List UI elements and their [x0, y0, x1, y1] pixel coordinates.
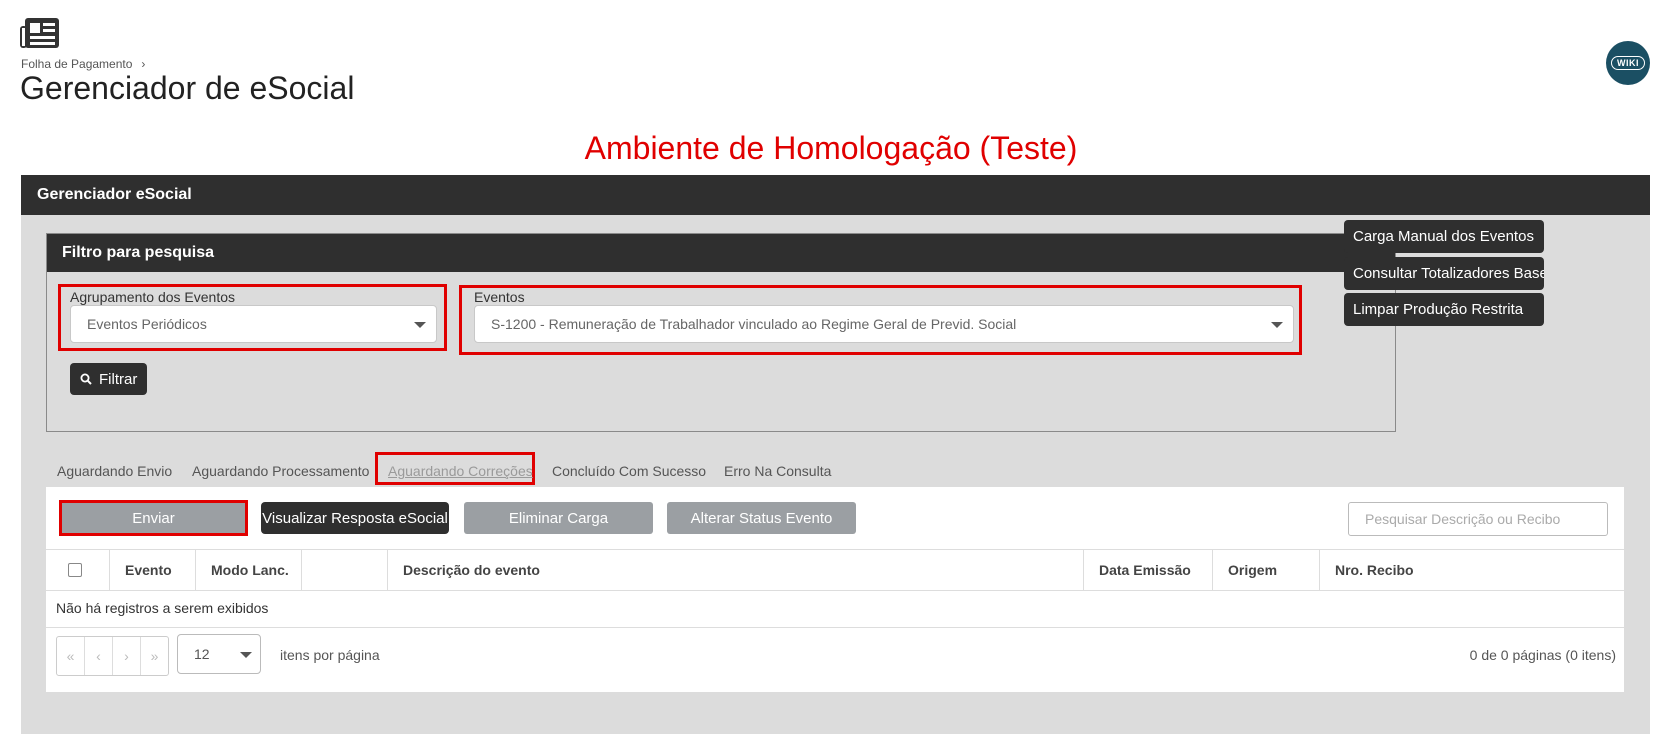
tab-concluido-sucesso[interactable]: Concluído Com Sucesso [552, 463, 706, 479]
select-all-checkbox[interactable] [68, 563, 82, 577]
environment-banner: Ambiente de Homologação (Teste) [584, 130, 1078, 166]
chevron-down-icon [1271, 322, 1283, 328]
change-status-button[interactable]: Alterar Status Evento [667, 502, 856, 534]
events-select-value: S-1200 - Remuneração de Trabalhador vinc… [491, 316, 1017, 332]
filter-button[interactable]: Filtrar [70, 363, 147, 395]
view-response-button[interactable]: Visualizar Resposta eSocial [261, 502, 449, 534]
pager-info: 0 de 0 páginas (0 itens) [1469, 647, 1616, 663]
panel-header: Gerenciador eSocial [21, 175, 1650, 215]
events-label: Eventos [474, 289, 525, 305]
search-icon [80, 373, 92, 385]
prev-page-icon[interactable]: ‹ [85, 637, 113, 675]
next-page-icon[interactable]: › [113, 637, 141, 675]
chevron-right-icon: › [141, 57, 146, 71]
tab-aguardando-correcoes[interactable]: Aguardando Correções [388, 463, 533, 479]
pager: « ‹ › » [56, 636, 169, 676]
pagination-row: « ‹ › » 12 itens por página 0 de 0 págin… [46, 627, 1624, 682]
tab-aguardando-processamento[interactable]: Aguardando Processamento [192, 463, 369, 479]
remove-load-button[interactable]: Eliminar Carga [464, 502, 653, 534]
per-page-label: itens por página [280, 647, 380, 663]
search-input[interactable]: Pesquisar Descrição ou Recibo [1348, 502, 1608, 536]
filter-button-label: Filtrar [99, 370, 138, 388]
filter-header: Filtro para pesquisa [47, 234, 1395, 272]
last-page-icon[interactable]: » [141, 637, 168, 675]
tab-erro-consulta[interactable]: Erro Na Consulta [724, 463, 831, 479]
first-page-icon[interactable]: « [57, 637, 85, 675]
group-label: Agrupamento dos Eventos [70, 289, 235, 305]
empty-message: Não há registros a serem exibidos [56, 600, 269, 616]
column-descricao[interactable]: Descrição do evento [388, 550, 1084, 590]
results-area: Enviar Visualizar Resposta eSocial Elimi… [46, 487, 1624, 692]
page-size-value: 12 [194, 646, 210, 662]
table-header: Evento Modo Lanc. Descrição do evento Da… [46, 549, 1624, 591]
group-select[interactable]: Eventos Periódicos [70, 305, 437, 343]
column-blank [302, 550, 388, 590]
page-title: Gerenciador de eSocial [20, 70, 355, 106]
filter-box: Filtro para pesquisa Agrupamento dos Eve… [46, 233, 1396, 432]
tab-aguardando-envio[interactable]: Aguardando Envio [57, 463, 172, 479]
wiki-button[interactable]: WIKI [1606, 41, 1650, 85]
breadcrumb: Folha de Pagamento › [21, 57, 145, 71]
newspaper-icon [20, 17, 60, 53]
events-select[interactable]: S-1200 - Remuneração de Trabalhador vinc… [474, 305, 1294, 343]
manual-load-button[interactable]: Carga Manual dos Eventos [1344, 220, 1544, 253]
column-evento[interactable]: Evento [110, 550, 196, 590]
totalizers-button[interactable]: Consultar Totalizadores Base [1344, 257, 1544, 290]
esocial-panel: Gerenciador eSocial Filtro para pesquisa… [21, 175, 1650, 734]
highlight-send-button [59, 500, 248, 536]
column-data-emissao[interactable]: Data Emissão [1084, 550, 1213, 590]
chevron-down-icon [414, 322, 426, 328]
group-select-value: Eventos Periódicos [87, 316, 207, 332]
select-all-cell [46, 550, 110, 590]
column-modo-lanc[interactable]: Modo Lanc. [196, 550, 302, 590]
chevron-down-icon [240, 652, 252, 658]
page-size-select[interactable]: 12 [177, 634, 261, 674]
clear-restricted-button[interactable]: Limpar Produção Restrita [1344, 293, 1544, 326]
column-origem[interactable]: Origem [1213, 550, 1320, 590]
wiki-label: WIKI [1611, 56, 1645, 70]
column-nro-recibo[interactable]: Nro. Recibo [1320, 550, 1624, 590]
breadcrumb-item-folha[interactable]: Folha de Pagamento [21, 57, 132, 71]
